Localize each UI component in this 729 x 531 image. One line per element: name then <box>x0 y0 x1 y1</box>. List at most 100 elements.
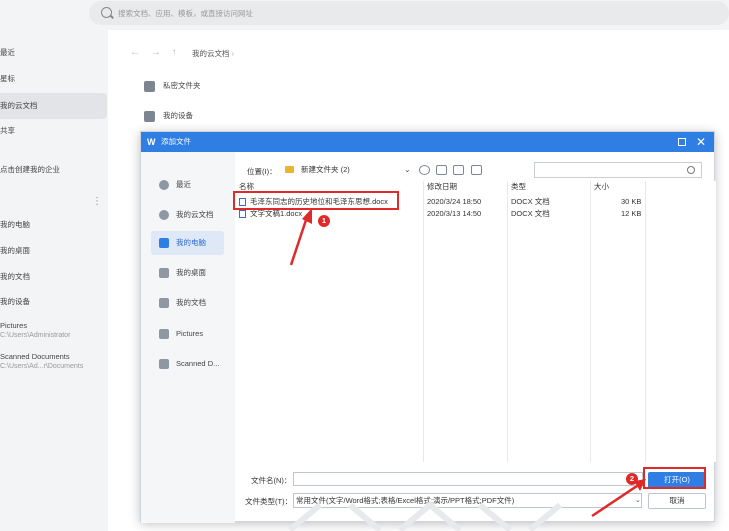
device-icon <box>144 110 155 122</box>
folder-icon <box>285 166 294 173</box>
search-icon <box>101 7 112 18</box>
place-my-documents[interactable]: 我的文档 <box>151 291 224 315</box>
breadcrumb-label: 我的云文档 <box>192 49 230 58</box>
sidebar-item-recent[interactable]: 最近 <box>0 40 107 66</box>
list-item-my-devices[interactable]: 我的设备 <box>144 110 193 122</box>
file-size: 30 KB <box>621 197 642 206</box>
places-panel: 最近 我的云文档 我的电脑 我的桌面 我的文档 Pictures Scanned… <box>141 152 235 523</box>
cloud-icon <box>159 210 169 220</box>
column-divider <box>423 181 424 462</box>
place-label: Pictures <box>176 329 204 338</box>
place-label: 我的桌面 <box>176 268 206 277</box>
sidebar-item-cloud-docs[interactable]: 我的云文档 <box>0 93 107 119</box>
column-header-type[interactable]: 类型 <box>511 181 526 193</box>
file-list: 名称 修改日期 类型 大小 毛泽东同志的历史地位和毛泽东思想.docx 2020… <box>235 181 716 462</box>
up-folder-icon[interactable] <box>436 165 447 175</box>
sidebar-item-label: 我的设备 <box>0 297 30 306</box>
sidebar-item-label: Scanned Documents <box>0 352 70 361</box>
breadcrumb[interactable]: 我的云文档 › <box>192 48 234 59</box>
clock-icon <box>159 180 169 190</box>
sidebar-item-label: 我的云文档 <box>0 101 38 110</box>
chevron-right-icon: › <box>231 49 235 58</box>
watermark-logo <box>288 501 562 531</box>
sidebar-item-my-devices[interactable]: 我的设备 <box>0 289 107 315</box>
maximize-icon[interactable] <box>678 138 686 146</box>
list-item-private-folder[interactable]: 私密文件夹 <box>144 80 201 92</box>
place-cloud-docs[interactable]: 我的云文档 <box>151 203 224 227</box>
search-icon <box>687 166 695 174</box>
column-divider <box>507 181 508 462</box>
place-label: 我的文档 <box>176 298 206 307</box>
sidebar-item-label: 共享 <box>0 126 15 135</box>
place-label: 最近 <box>176 180 191 189</box>
highlight-box-file <box>233 191 399 210</box>
file-date: 2020/3/24 18:50 <box>427 197 482 206</box>
place-my-computer[interactable]: 我的电脑 <box>151 231 224 255</box>
dialog-search-input[interactable] <box>534 162 702 178</box>
sidebar-item-starred[interactable]: 星标 <box>0 66 107 92</box>
sidebar-item-my-desktop[interactable]: 我的桌面 <box>0 238 107 264</box>
column-divider <box>645 181 646 462</box>
sidebar-item-label: 星标 <box>0 74 15 83</box>
search-placeholder: 搜索文档、应用、模板，或直接访问网址 <box>118 9 253 18</box>
column-header-date[interactable]: 修改日期 <box>427 181 457 193</box>
location-dropdown[interactable]: 新建文件夹 (2) <box>281 162 411 178</box>
folder-icon <box>159 359 169 369</box>
sidebar-item-path: C:\Users\Ad...r\Documents <box>0 363 84 370</box>
up-icon[interactable]: ↑ <box>172 47 177 58</box>
sidebar-item-pictures[interactable]: Pictures C:\Users\Administrator <box>0 318 107 342</box>
file-type: DOCX 文档 <box>511 209 550 218</box>
top-bar: 搜索文档、应用、模板，或直接访问网址 <box>0 0 729 30</box>
step-badge-1: 1 <box>318 215 330 227</box>
sidebar-item-my-documents[interactable]: 我的文档 <box>0 264 107 290</box>
dialog-titlebar: W 添加文件 ✕ <box>141 132 714 152</box>
column-header-size[interactable]: 大小 <box>594 181 609 193</box>
location-value: 新建文件夹 (2) <box>301 165 350 174</box>
cancel-button[interactable]: 取消 <box>648 493 706 509</box>
forward-icon[interactable]: → <box>151 47 161 58</box>
file-size: 12 KB <box>621 209 642 218</box>
sidebar-item-label: 最近 <box>0 48 15 57</box>
step-badge-2: 2 <box>626 473 638 485</box>
add-file-dialog: W 添加文件 ✕ 最近 我的云文档 我的电脑 我的桌面 我的文档 Picture… <box>140 131 716 523</box>
sidebar-item-shared[interactable]: 共享 <box>0 118 107 144</box>
highlight-box-open <box>643 467 706 489</box>
sidebar-item-label: Pictures <box>0 321 28 330</box>
place-scanned-documents[interactable]: Scanned D... <box>151 352 224 376</box>
sidebar-item-label: 点击创建我的企业 <box>0 165 60 174</box>
sidebar-item-scanned-documents[interactable]: Scanned Documents C:\Users\Ad...r\Docume… <box>0 349 107 373</box>
desktop-icon <box>159 268 169 278</box>
view-menu-icon[interactable] <box>471 165 482 175</box>
sidebar-item-label: 我的电脑 <box>0 220 30 229</box>
file-date: 2020/3/13 14:50 <box>427 209 482 218</box>
close-icon[interactable]: ✕ <box>696 135 706 149</box>
file-type: DOCX 文档 <box>511 197 550 206</box>
computer-icon <box>159 238 169 248</box>
app-window: 搜索文档、应用、模板，或直接访问网址 最近 星标 我的云文档 共享 点击创建我的… <box>0 0 729 531</box>
sidebar: 最近 星标 我的云文档 共享 点击创建我的企业 ⋮ 我的电脑 我的桌面 我的文档… <box>0 30 108 531</box>
filename-input[interactable] <box>293 472 643 486</box>
place-recent[interactable]: 最近 <box>151 173 224 197</box>
sidebar-item-label: 我的桌面 <box>0 246 30 255</box>
list-item-label: 私密文件夹 <box>163 81 201 90</box>
column-divider <box>590 181 591 462</box>
chevron-down-icon[interactable]: ⌄ <box>404 165 411 174</box>
search-bar[interactable]: 搜索文档、应用、模板，或直接访问网址 <box>89 1 729 25</box>
more-icon[interactable]: ⋮ <box>92 196 102 207</box>
new-folder-icon[interactable] <box>453 165 464 175</box>
back-icon[interactable]: ← <box>130 47 140 58</box>
place-label: 我的电脑 <box>176 238 206 247</box>
list-item-label: 我的设备 <box>163 111 193 120</box>
folder-icon <box>159 298 169 308</box>
docx-file-icon <box>239 210 246 218</box>
sidebar-item-create-enterprise[interactable]: 点击创建我的企业 <box>0 157 107 183</box>
sidebar-item-path: C:\Users\Administrator <box>0 332 71 339</box>
location-label: 位置(I)： <box>247 167 277 176</box>
place-my-desktop[interactable]: 我的桌面 <box>151 261 224 285</box>
sidebar-item-my-computer[interactable]: 我的电脑 <box>0 212 107 238</box>
chevron-down-icon[interactable]: ⌄ <box>635 496 641 504</box>
folder-icon <box>159 329 169 339</box>
place-label: 我的云文档 <box>176 210 214 219</box>
place-pictures[interactable]: Pictures <box>151 322 224 346</box>
back-arrow-icon[interactable] <box>419 165 430 175</box>
